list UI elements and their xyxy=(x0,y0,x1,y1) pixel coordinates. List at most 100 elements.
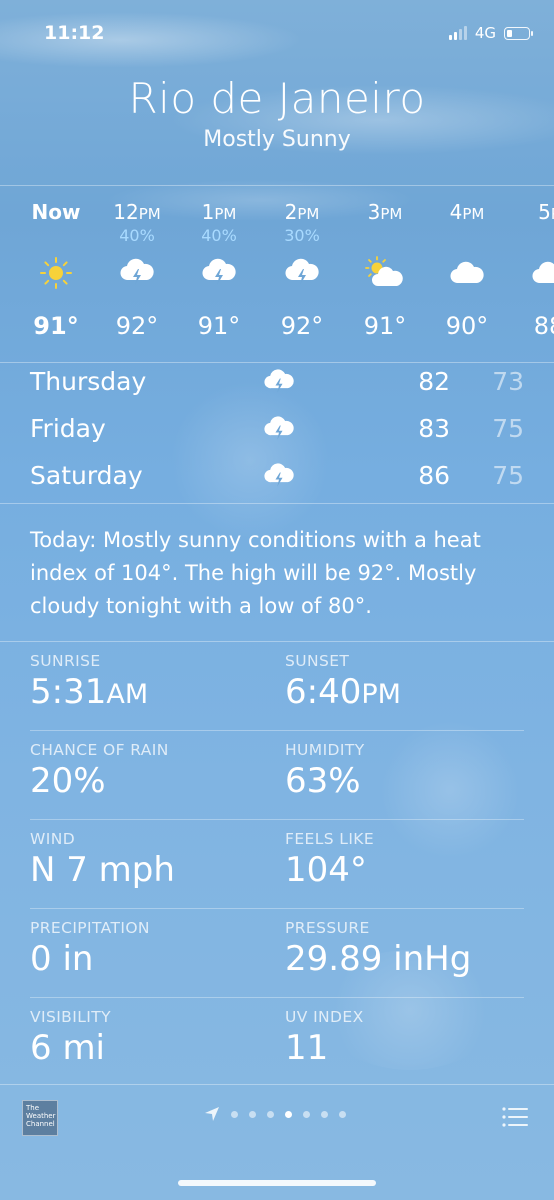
cloud-icon xyxy=(426,248,508,298)
detail-pressure: PRESSURE 29.89 inHg xyxy=(285,919,471,979)
hour-label: 3PM xyxy=(367,200,403,224)
hour-temp: 92° xyxy=(280,312,324,340)
thunderstorm-icon xyxy=(262,414,296,448)
page-dot xyxy=(231,1110,238,1118)
detail-value: 6:40PM xyxy=(285,672,401,712)
hour-label: 12PM xyxy=(113,200,161,224)
hourly-item: 3PM 91° xyxy=(344,200,426,340)
detail-uv-index: UV INDEX 11 xyxy=(285,1008,364,1068)
detail-label: SUNSET xyxy=(285,652,350,670)
current-condition: Mostly Sunny xyxy=(203,127,351,152)
daily-row: Saturday 86 75 xyxy=(0,457,554,504)
home-indicator[interactable] xyxy=(178,1180,376,1186)
weather-details: SUNRISE 5:31AM SUNSET 6:40PM CHANCE OF R… xyxy=(30,642,524,1086)
page-dot-active xyxy=(285,1110,292,1118)
detail-visibility: VISIBILITY 6 mi xyxy=(30,1008,111,1068)
page-dot xyxy=(321,1110,328,1118)
detail-value: 5:31AM xyxy=(30,672,149,712)
day-name: Thursday xyxy=(30,367,147,396)
status-bar: 11:12 4G xyxy=(0,0,554,64)
hour-temp: 91° xyxy=(363,312,407,340)
hour-temp: 90° xyxy=(445,312,489,340)
detail-sunset: SUNSET 6:40PM xyxy=(285,652,401,712)
hour-precip xyxy=(344,226,426,248)
detail-value: 104° xyxy=(285,850,367,890)
detail-label: WIND xyxy=(30,830,76,848)
hour-label: Now xyxy=(31,200,81,224)
detail-label: CHANCE OF RAIN xyxy=(30,741,169,759)
day-low: 75 xyxy=(492,414,524,443)
detail-label: UV INDEX xyxy=(285,1008,364,1026)
hour-label: 5P xyxy=(538,200,554,224)
hourly-item: 1PM 40% 91° xyxy=(178,200,260,340)
detail-row: CHANCE OF RAIN 20% HUMIDITY 63% xyxy=(30,731,524,820)
bottom-toolbar: The Weather Channel xyxy=(0,1084,554,1200)
battery-icon xyxy=(504,26,533,40)
day-name: Saturday xyxy=(30,461,143,490)
detail-humidity: HUMIDITY 63% xyxy=(285,741,365,801)
divider xyxy=(0,503,554,504)
detail-label: VISIBILITY xyxy=(30,1008,111,1026)
hourly-item: 5P 88 xyxy=(508,200,554,340)
daily-row: Friday 83 75 xyxy=(0,410,554,457)
day-name: Friday xyxy=(30,414,106,443)
detail-label: PRECIPITATION xyxy=(30,919,150,937)
thunderstorm-icon xyxy=(96,248,178,298)
status-time: 11:12 xyxy=(44,22,105,44)
page-indicator[interactable] xyxy=(204,1106,346,1122)
day-high: 83 xyxy=(418,414,450,443)
hour-temp: 91° xyxy=(33,312,79,340)
partly-sunny-icon xyxy=(344,248,426,298)
hour-precip xyxy=(15,226,97,248)
hourly-item: 4PM 90° xyxy=(426,200,508,340)
day-low: 73 xyxy=(492,367,524,396)
day-high: 86 xyxy=(418,461,450,490)
detail-feels-like: FEELS LIKE 104° xyxy=(285,830,374,890)
detail-value: 29.89 inHg xyxy=(285,939,472,979)
forecast-summary: Today: Mostly sunny conditions with a he… xyxy=(30,528,481,618)
sun-icon xyxy=(15,248,97,298)
detail-chance-of-rain: CHANCE OF RAIN 20% xyxy=(30,741,169,801)
page-dot xyxy=(267,1110,274,1118)
hour-precip xyxy=(508,226,554,248)
detail-label: PRESSURE xyxy=(285,919,370,937)
thunderstorm-icon xyxy=(262,461,296,495)
hourly-item: 2PM 30% 92° xyxy=(261,200,343,340)
day-high: 82 xyxy=(418,367,450,396)
detail-value: 6 mi xyxy=(30,1028,106,1068)
hour-precip: 30% xyxy=(284,226,320,245)
hour-label: 4PM xyxy=(449,200,485,224)
hourly-item: Now 91° xyxy=(15,200,97,340)
hourly-forecast[interactable]: Now 91° 12PM 40% 92° 1PM 40% 91° 2PM 30%… xyxy=(0,186,554,362)
page-dot xyxy=(303,1110,310,1118)
hour-label: 1PM xyxy=(201,200,237,224)
daily-forecast: Thursday 82 73 Friday 83 75 Saturday 86 … xyxy=(0,363,554,504)
list-icon[interactable] xyxy=(502,1106,528,1132)
detail-row: PRECIPITATION 0 in PRESSURE 29.89 inHg xyxy=(30,909,524,998)
cloud-icon xyxy=(508,248,554,298)
network-type: 4G xyxy=(474,24,496,42)
detail-sunrise: SUNRISE 5:31AM xyxy=(30,652,148,712)
detail-label: HUMIDITY xyxy=(285,741,365,759)
detail-wind: WIND N 7 mph xyxy=(30,830,175,890)
hour-precip: 40% xyxy=(201,226,237,245)
hourly-item: 12PM 40% 92° xyxy=(96,200,178,340)
detail-label: FEELS LIKE xyxy=(285,830,375,848)
detail-label: SUNRISE xyxy=(30,652,101,670)
detail-row: WIND N 7 mph FEELS LIKE 104° xyxy=(30,820,524,909)
weather-channel-logo[interactable]: The Weather Channel xyxy=(22,1100,58,1136)
location-arrow-icon xyxy=(205,1107,219,1121)
hour-label: 2PM xyxy=(284,200,320,224)
thunderstorm-icon xyxy=(178,248,260,298)
hour-precip xyxy=(426,226,508,248)
detail-value: N 7 mph xyxy=(30,850,175,890)
location-header: Rio de Janeiro Mostly Sunny xyxy=(0,70,554,152)
detail-value: 63% xyxy=(285,761,361,801)
hour-precip: 40% xyxy=(119,226,155,245)
day-low: 75 xyxy=(492,461,524,490)
detail-row: SUNRISE 5:31AM SUNSET 6:40PM xyxy=(30,642,524,731)
status-indicators: 4G xyxy=(448,24,533,42)
detail-value: 20% xyxy=(30,761,106,801)
detail-precipitation: PRECIPITATION 0 in xyxy=(30,919,150,979)
page-dot xyxy=(339,1110,346,1118)
